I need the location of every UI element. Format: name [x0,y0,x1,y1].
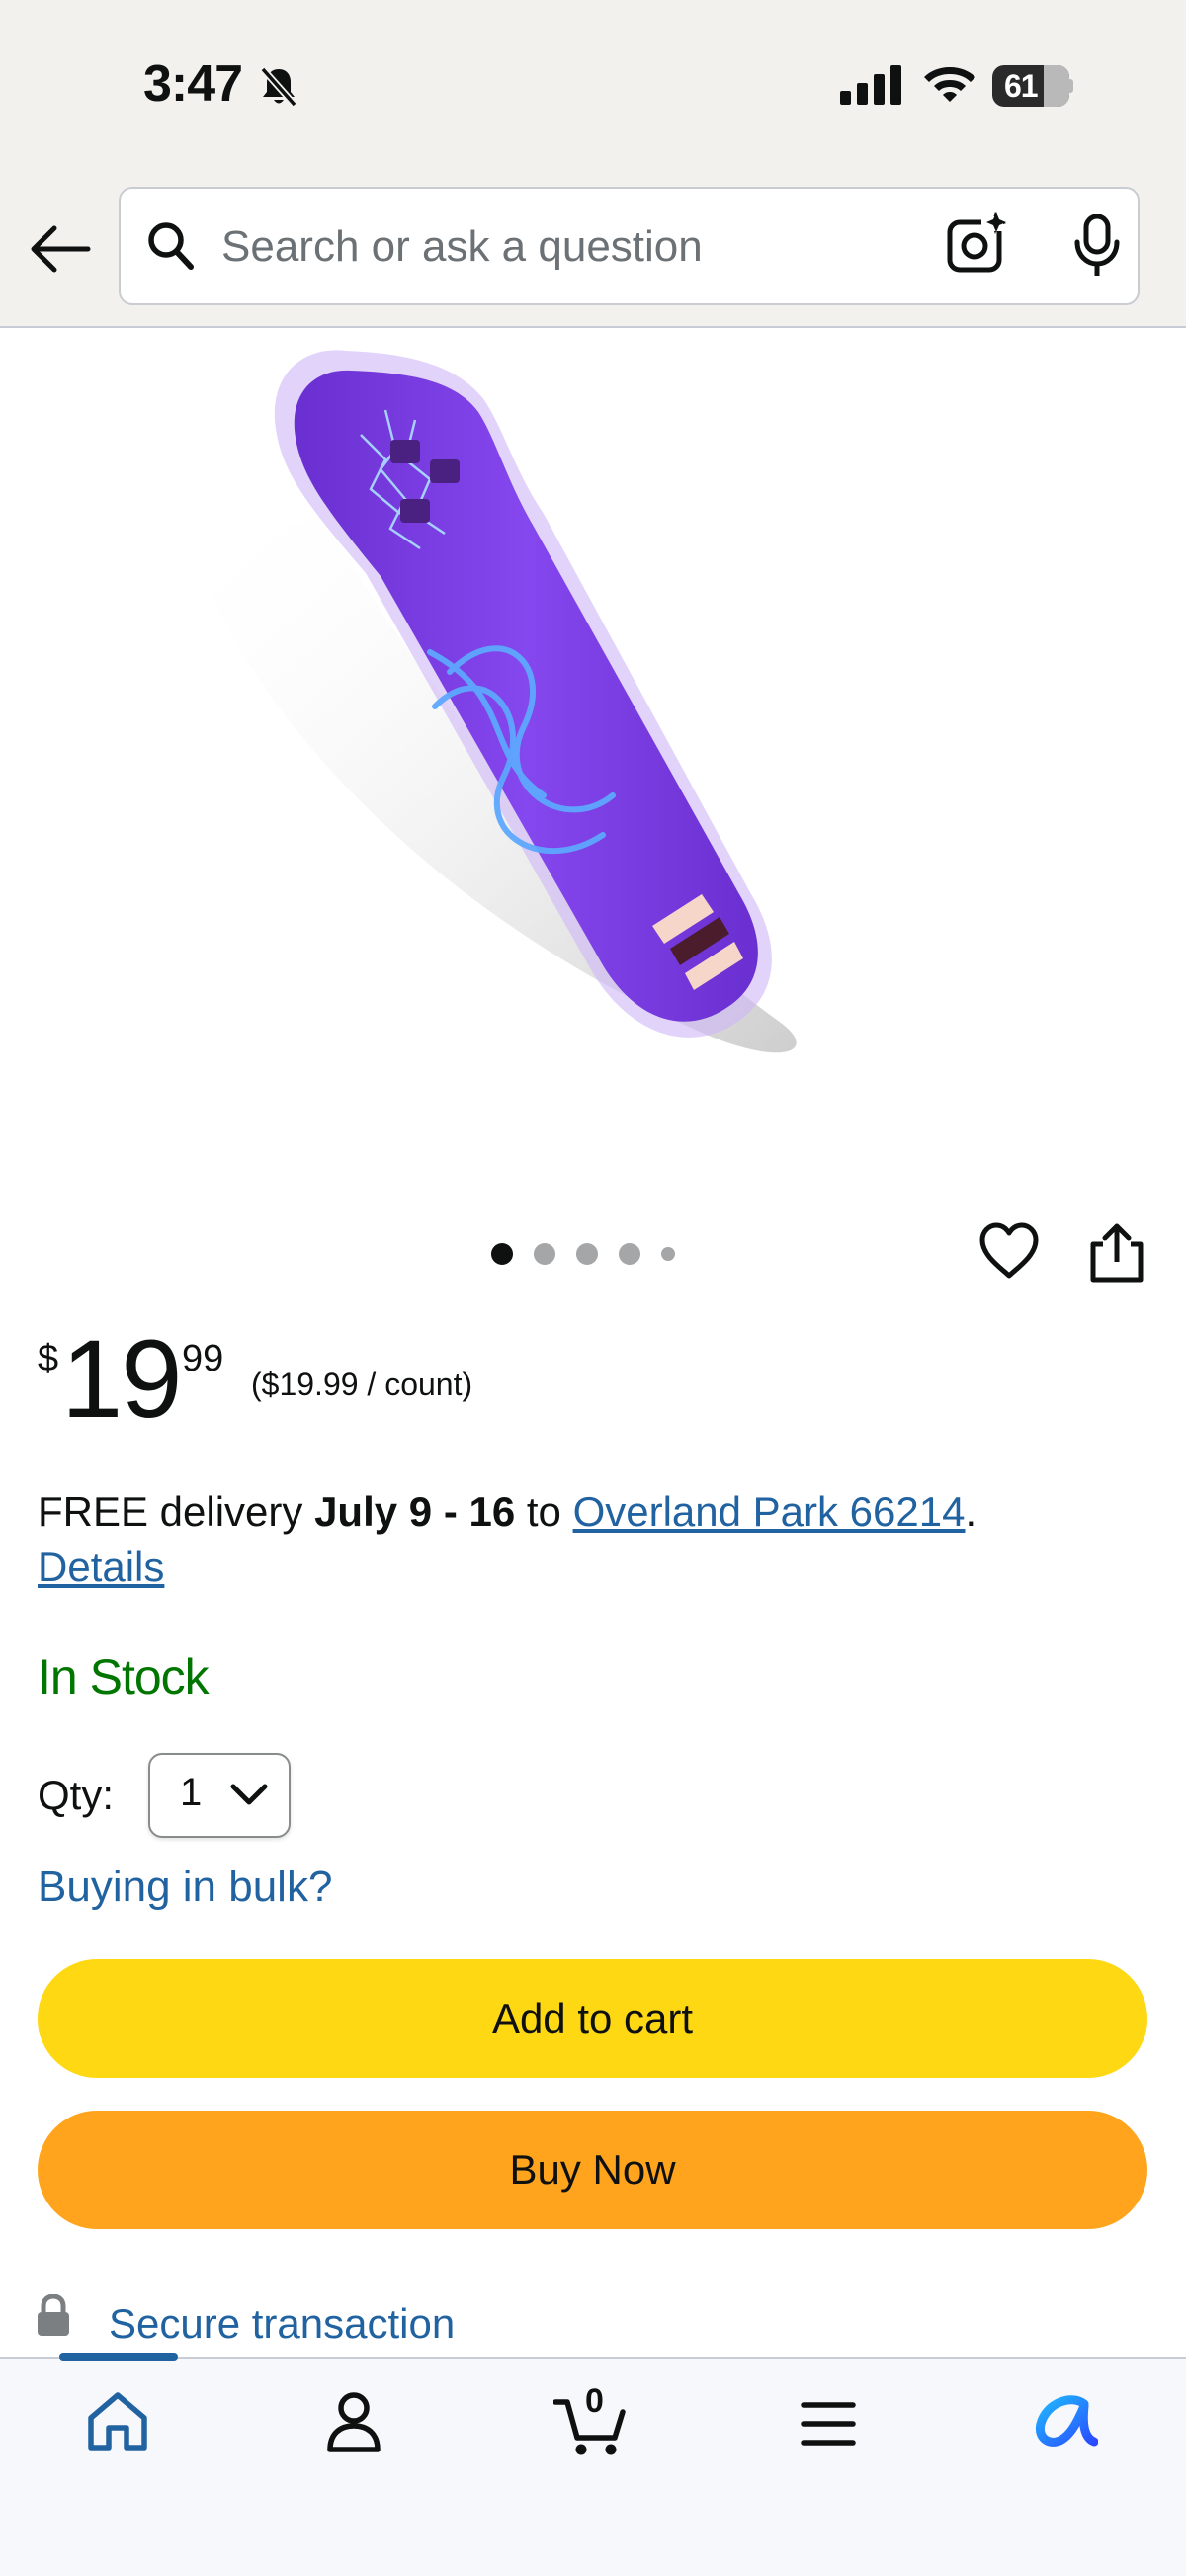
add-to-cart-button[interactable]: Add to cart [38,1959,1147,2078]
chevron-down-icon [230,1784,268,1805]
search-header [0,173,1186,328]
heart-icon[interactable] [978,1222,1040,1280]
rufus-assistant-icon[interactable] [1033,2394,1098,2450]
carousel-dot[interactable] [491,1243,513,1265]
delivery-to: to [526,1488,561,1535]
status-time: 3:47 [143,55,243,113]
share-icon[interactable] [1087,1222,1146,1284]
product-image[interactable] [188,341,1008,1161]
delivery-prefix: FREE delivery [38,1488,303,1535]
secure-transaction-link[interactable]: Secure transaction [109,2300,455,2348]
delivery-location-link[interactable]: Overland Park 66214 [573,1488,966,1535]
camera-lens-icon[interactable] [946,212,1009,276]
carousel-dot[interactable] [619,1243,640,1265]
lock-icon [38,2294,69,2336]
active-tab-indicator [59,2353,178,2361]
price-whole: 19 [61,1317,183,1441]
carousel-dot[interactable] [534,1243,555,1265]
image-carousel-dots[interactable] [491,1243,696,1265]
home-icon[interactable] [85,2390,150,2453]
search-bar[interactable] [119,187,1140,305]
bottom-navigation: 0 [0,2353,1186,2576]
delivery-period: . [965,1488,977,1535]
back-button[interactable] [22,210,99,288]
cart-count: 0 [585,2382,604,2420]
search-input[interactable] [221,214,933,280]
carousel-dot[interactable] [661,1247,675,1261]
delivery-info: FREE delivery July 9 - 16 to Overland Pa… [38,1484,1144,1595]
buying-in-bulk-link[interactable]: Buying in bulk? [38,1863,332,1912]
battery-level: 61 [1004,68,1039,104]
buy-now-button[interactable]: Buy Now [38,2111,1147,2229]
price-currency: $ [38,1338,59,1379]
delivery-details-link[interactable]: Details [38,1539,1144,1595]
stock-status: In Stock [38,1649,210,1704]
cellular-signal-icon [840,65,901,105]
menu-icon[interactable] [801,2400,856,2448]
quantity-dropdown[interactable]: 1 [148,1753,291,1838]
unit-price: ($19.99 / count) [251,1367,473,1402]
account-icon[interactable] [326,2390,381,2453]
delivery-dates: July 9 - 16 [314,1488,516,1535]
back-arrow-icon [31,225,91,273]
price-fraction: 99 [182,1338,224,1379]
microphone-icon[interactable] [1072,214,1122,278]
battery-indicator: 61 [992,65,1073,107]
status-bar: 3:47 61 [0,0,1186,173]
wifi-icon [924,67,975,102]
search-icon [148,222,194,270]
bell-muted-icon [260,66,297,108]
quantity-value: 1 [180,1771,203,1814]
quantity-label: Qty: [38,1772,115,1818]
carousel-dot[interactable] [576,1243,598,1265]
